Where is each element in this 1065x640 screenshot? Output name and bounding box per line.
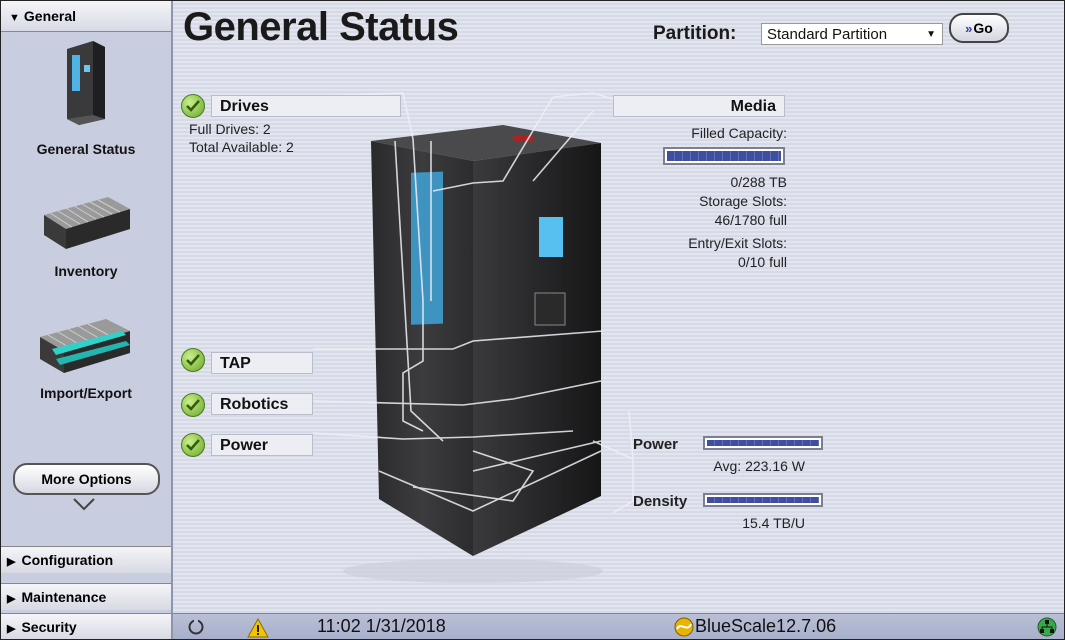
library-tower-icon	[67, 41, 105, 125]
sidebar-item-import-export[interactable]: Import/Export	[1, 313, 171, 401]
sidebar-item-label: General Status	[36, 141, 136, 157]
sidebar-item-inventory[interactable]: Inventory	[1, 191, 171, 279]
app-window: ▼ General General Status Inventory Impor…	[0, 0, 1065, 640]
filled-capacity-fill	[667, 151, 781, 161]
sidebar-section-security[interactable]: ▶ Security	[1, 613, 171, 639]
storage-slots-label: Storage Slots:	[699, 193, 787, 209]
bluescale-logo-icon	[674, 617, 694, 637]
more-options-button[interactable]: More Options	[13, 463, 160, 495]
sidebar-section-label: Maintenance	[21, 589, 107, 605]
sidebar-item-general-status[interactable]: General Status	[1, 39, 171, 157]
drives-status-ok-icon	[181, 94, 205, 118]
total-available-text: Total Available: 2	[189, 139, 294, 155]
robotics-label[interactable]: Robotics	[211, 393, 313, 415]
status-time: 11:02 1/31/2018	[317, 616, 446, 636]
refresh-icon[interactable]	[187, 618, 205, 636]
tape-import-export-icon	[40, 319, 130, 373]
software-version: BlueScale12.7.06	[695, 616, 837, 636]
media-label[interactable]: Media	[613, 95, 785, 117]
density-value: 15.4 TB/U	[742, 515, 805, 531]
sidebar-item-label: Import/Export	[40, 385, 132, 401]
sidebar-section-configuration[interactable]: ▶ Configuration	[1, 546, 171, 573]
library-illustration	[292, 92, 634, 583]
tap-label[interactable]: TAP	[211, 352, 313, 374]
sidebar-header-general[interactable]: ▼ General	[1, 1, 171, 32]
sidebar-section-maintenance[interactable]: ▶ Maintenance	[1, 583, 171, 610]
density-meter	[703, 493, 823, 507]
network-status-icon[interactable]	[1037, 617, 1057, 637]
power-meter-label: Power	[633, 436, 679, 453]
filled-capacity-meter	[663, 147, 785, 165]
filled-capacity-label: Filled Capacity:	[691, 125, 787, 141]
triangle-right-icon: ▶	[7, 623, 16, 635]
density-meter-fill	[707, 497, 819, 503]
power-status-label[interactable]: Power	[211, 434, 313, 456]
sidebar-section-label: Security	[21, 619, 77, 635]
power-avg-value: Avg: 223.16 W	[713, 458, 805, 474]
density-meter-label: Density	[633, 493, 688, 510]
chevron-down-icon[interactable]	[72, 497, 96, 511]
triangle-right-icon: ▶	[7, 593, 16, 605]
triangle-down-icon: ▼	[9, 12, 20, 24]
warning-icon[interactable]	[247, 618, 269, 638]
drives-label[interactable]: Drives	[211, 95, 401, 117]
entry-exit-slots-value: 0/10 full	[737, 254, 787, 270]
triangle-right-icon: ▶	[7, 556, 16, 568]
status-bar: 11:02 1/31/2018 BlueScale12.7.06	[173, 613, 1064, 639]
tape-stack-icon	[44, 197, 130, 249]
tap-status-ok-icon	[181, 348, 205, 372]
full-drives-text: Full Drives: 2	[189, 121, 271, 137]
entry-exit-slots-label: Entry/Exit Slots:	[688, 235, 787, 251]
sidebar-header-label: General	[23, 8, 77, 24]
power-meter-fill	[707, 440, 819, 446]
storage-slots-value: 46/1780 full	[714, 212, 787, 228]
power-meter	[703, 436, 823, 450]
robotics-status-ok-icon	[181, 393, 205, 417]
filled-capacity-value: 0/288 TB	[730, 174, 787, 190]
main-panel: General Status Partition: Standard Parti…	[173, 1, 1064, 613]
power-status-ok-icon	[181, 433, 205, 457]
sidebar: ▼ General General Status Inventory Impor…	[1, 1, 173, 639]
sidebar-item-label: Inventory	[54, 263, 118, 279]
sidebar-section-label: Configuration	[21, 552, 114, 568]
